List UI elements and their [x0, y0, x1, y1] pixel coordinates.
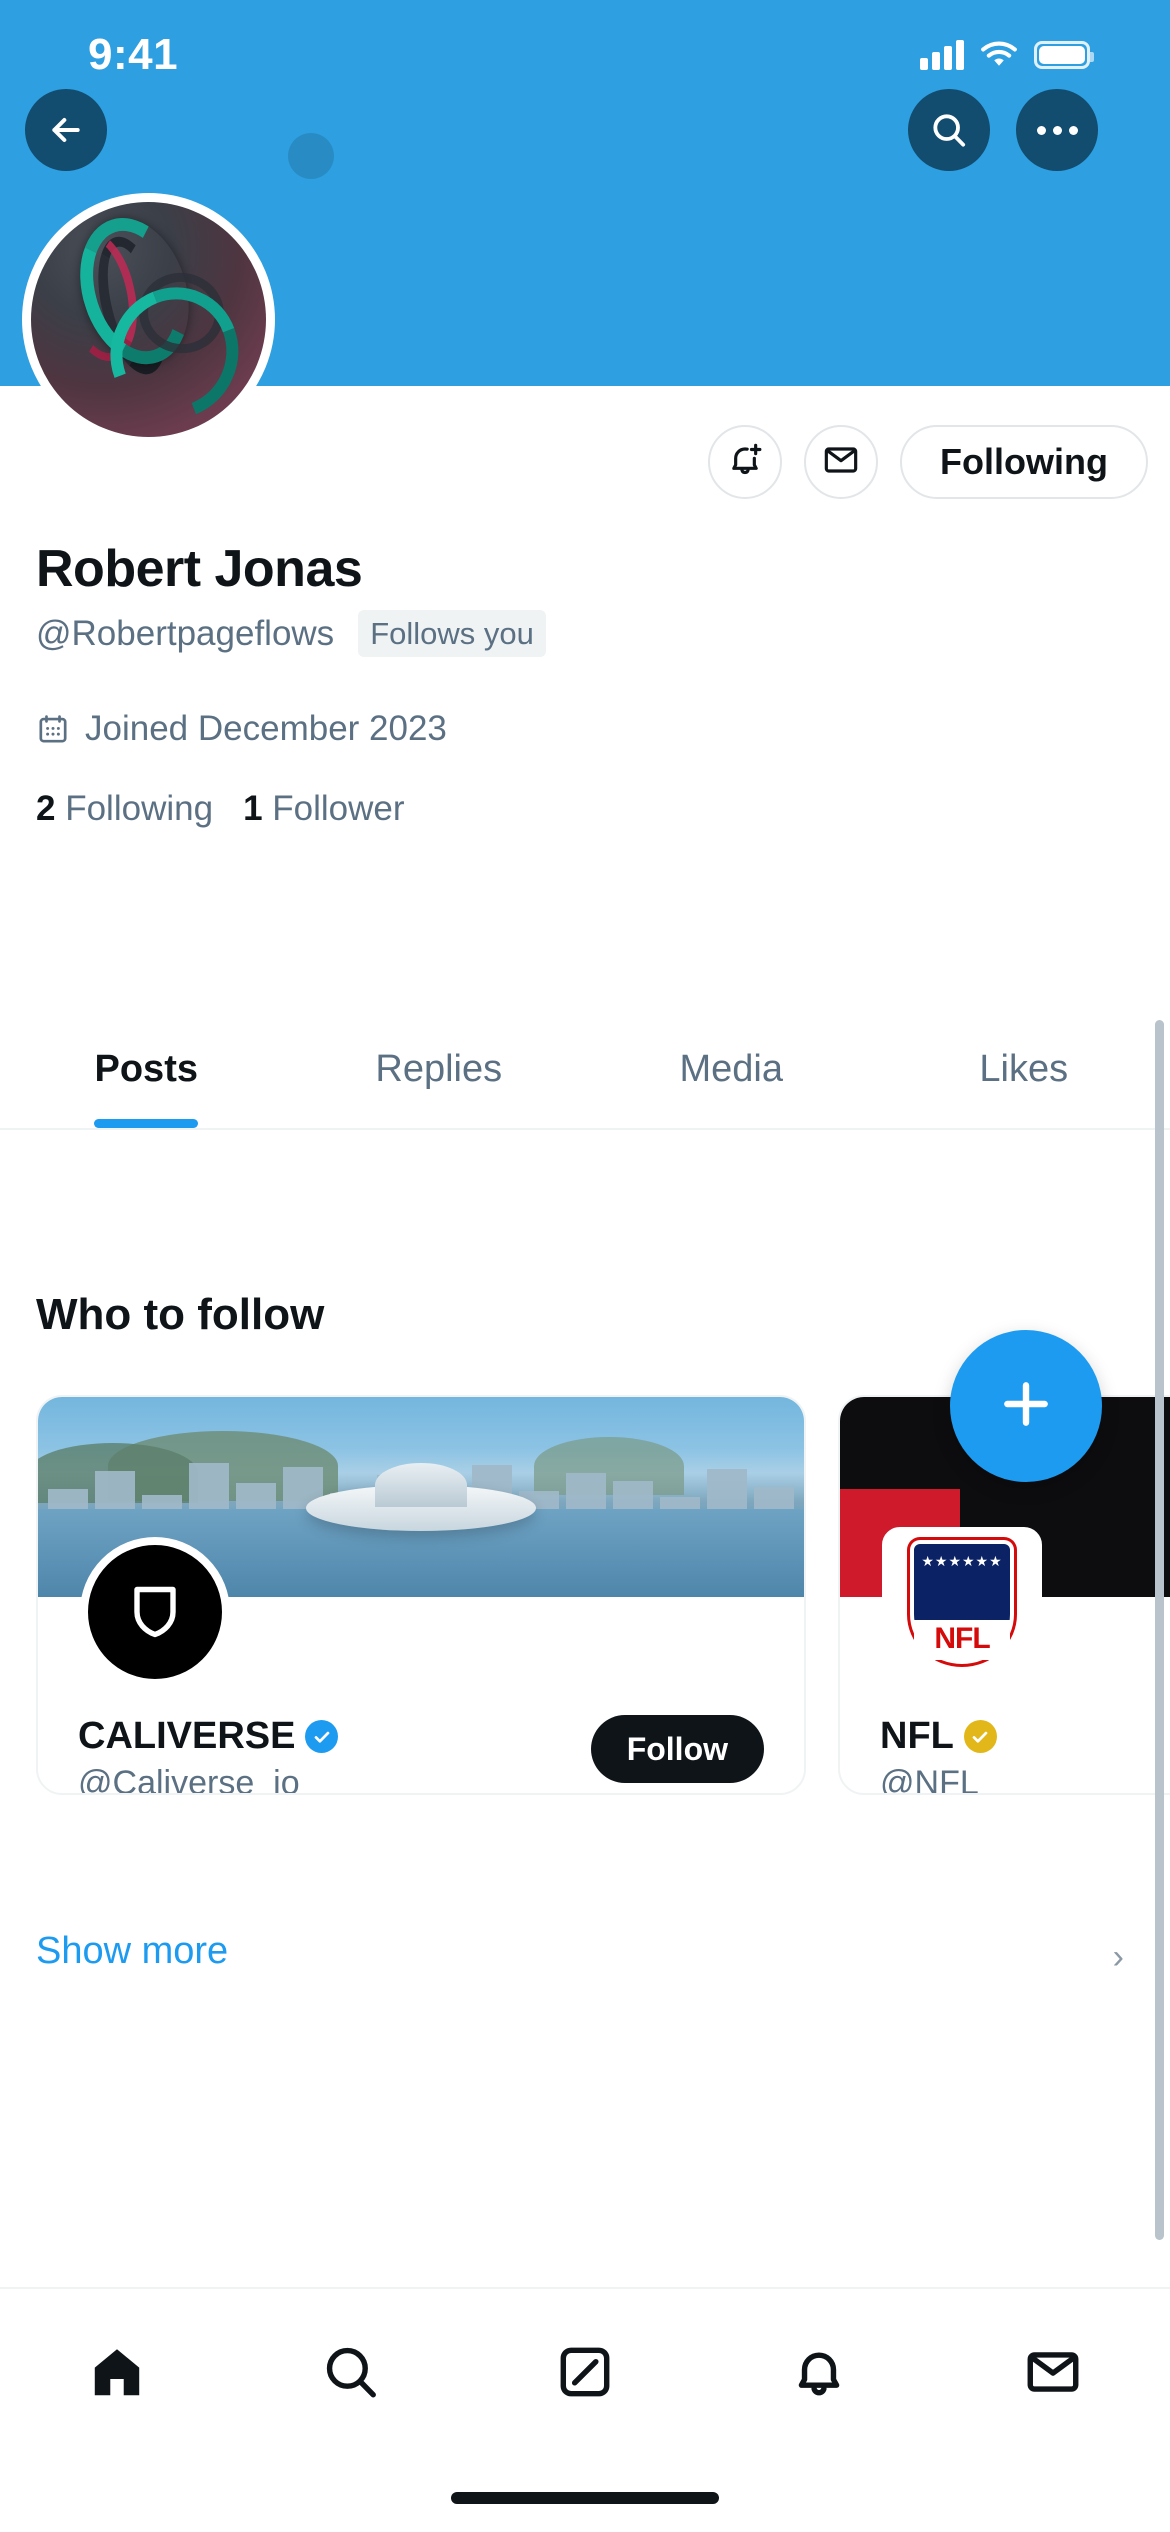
search-button[interactable]: [908, 89, 990, 171]
back-arrow-icon: [46, 110, 86, 150]
followers-count-value: 1: [243, 789, 263, 829]
status-indicators: [920, 40, 1094, 70]
nfl-wordmark: NFL: [914, 1620, 1010, 1660]
card-avatar-nfl: ★★★★★★ NFL: [882, 1527, 1042, 1677]
tab-posts[interactable]: Posts: [0, 1010, 293, 1128]
avatar[interactable]: [22, 193, 275, 446]
gold-verified-badge-icon: [963, 1720, 997, 1753]
suggestion-card-caliverse[interactable]: CALIVERSE @Caliverse_io Follow The First…: [36, 1395, 806, 1795]
calendar-icon: [36, 712, 70, 746]
profile-tabs: Posts Replies Media Likes: [0, 1010, 1170, 1130]
notifications-bell-icon: [788, 2341, 850, 2408]
following-count[interactable]: 2 Following: [36, 789, 213, 829]
card-handle: @NFL: [880, 1764, 979, 1795]
joined-date: Joined December 2023: [85, 709, 447, 749]
following-button[interactable]: Following: [900, 425, 1148, 499]
nfl-stars: ★★★★★★: [921, 1553, 1003, 1569]
following-count-label: Following: [65, 789, 214, 829]
following-count-value: 2: [36, 789, 56, 829]
home-indicator: [451, 2492, 719, 2504]
cellular-signal-icon: [920, 40, 964, 70]
search-icon: [320, 2341, 382, 2408]
nav-home-button[interactable]: [57, 2341, 177, 2408]
more-options-button[interactable]: [1016, 89, 1098, 171]
communities-icon: [554, 2341, 616, 2408]
chevron-right-icon[interactable]: ›: [1113, 1938, 1124, 1977]
nav-communities-button[interactable]: [525, 2341, 645, 2408]
handle: @Robertpageflows: [36, 613, 335, 653]
profile-actions: Following: [708, 425, 1148, 499]
card-header-row: CALIVERSE @Caliverse_io Follow: [78, 1715, 764, 1795]
nfl-shield-icon: ★★★★★★ NFL: [910, 1540, 1014, 1664]
nav-messages-button[interactable]: [993, 2341, 1113, 2408]
who-to-follow-title: Who to follow: [36, 1290, 325, 1339]
bell-plus-icon: [725, 440, 765, 485]
card-identity: CALIVERSE @Caliverse_io: [78, 1715, 339, 1795]
tab-media[interactable]: Media: [585, 1010, 878, 1128]
card-avatar-caliverse: [80, 1537, 230, 1687]
joined-row: Joined December 2023: [36, 709, 1136, 749]
app-screen: 9:41 Following Robert Jonas @Robertpagef…: [0, 0, 1170, 2532]
home-icon: [86, 2341, 148, 2408]
scrollbar[interactable]: [1155, 1020, 1164, 2240]
envelope-icon: [821, 440, 861, 485]
followers-count-label: Follower: [272, 789, 405, 829]
card-identity: NFL @NFL: [880, 1715, 997, 1795]
card-header-row: NFL @NFL: [880, 1715, 1170, 1795]
messages-envelope-icon: [1022, 2341, 1084, 2408]
banner-ufo: [306, 1485, 536, 1531]
nav-notifications-button[interactable]: [759, 2341, 879, 2408]
avatar-image: [31, 202, 266, 437]
card-name-row: CALIVERSE: [78, 1715, 339, 1758]
nav-search-button[interactable]: [291, 2341, 411, 2408]
card-name-row: NFL: [880, 1715, 997, 1758]
message-button[interactable]: [804, 425, 879, 499]
card-name: NFL: [880, 1715, 954, 1757]
tab-replies[interactable]: Replies: [293, 1010, 586, 1128]
more-options-icon: [1036, 125, 1078, 135]
blue-verified-badge-icon: [305, 1720, 339, 1753]
banner-decoration-circle: [288, 133, 334, 179]
profile-info: Robert Jonas @Robertpageflows Follows yo…: [36, 540, 1136, 829]
battery-icon: [1034, 41, 1094, 69]
card-name: CALIVERSE: [78, 1715, 296, 1757]
plus-icon: [994, 1372, 1058, 1441]
back-button[interactable]: [25, 89, 107, 171]
counts-row: 2 Following 1 Follower: [36, 789, 1136, 829]
follows-you-badge: Follows you: [358, 610, 546, 658]
follow-button-caliverse[interactable]: Follow: [590, 1715, 764, 1783]
compose-post-button[interactable]: [950, 1330, 1102, 1482]
wifi-icon: [980, 40, 1018, 70]
card-handle: @Caliverse_io: [78, 1764, 300, 1795]
handle-row: @Robertpageflows Follows you: [36, 610, 1136, 658]
followers-count[interactable]: 1 Follower: [243, 789, 404, 829]
notify-button[interactable]: [708, 425, 783, 499]
search-icon: [929, 110, 969, 150]
show-more-link[interactable]: Show more: [36, 1930, 228, 1973]
status-time: 9:41: [88, 30, 179, 79]
tab-likes[interactable]: Likes: [878, 1010, 1170, 1128]
display-name: Robert Jonas: [36, 540, 363, 598]
status-bar: 9:41: [0, 0, 1170, 110]
